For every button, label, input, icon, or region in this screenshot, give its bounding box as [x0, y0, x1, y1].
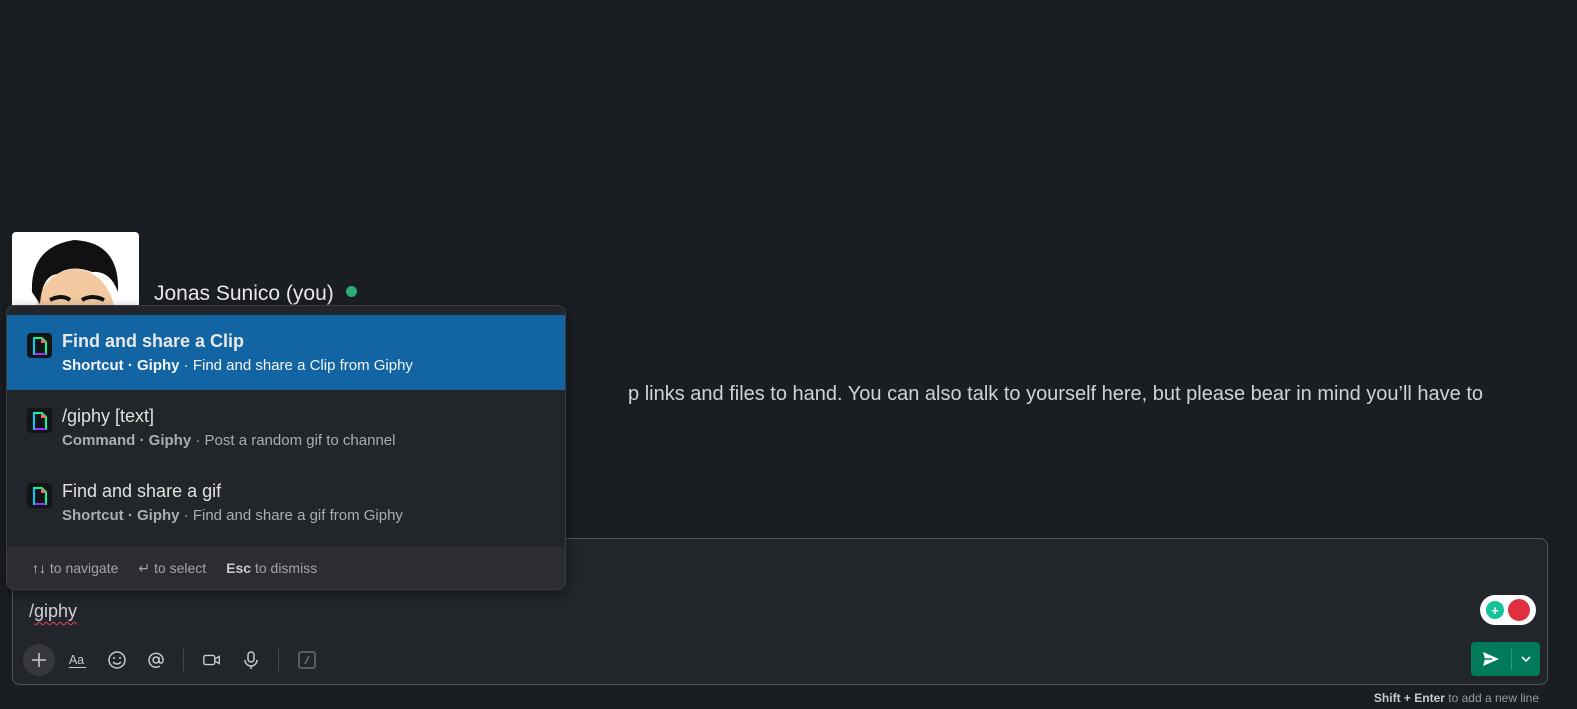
navigate-label: to navigate [49, 560, 119, 576]
app-root: Jonas Sunico (you) p links and files to … [0, 0, 1577, 709]
composer-hint: Shift + Enter to add a new line [1374, 691, 1539, 705]
send-button[interactable] [1471, 642, 1511, 676]
profile-name-text[interactable]: Jonas Sunico (you) [154, 282, 334, 306]
emoji-button[interactable] [101, 644, 133, 676]
svg-text:Aa: Aa [69, 653, 84, 667]
grammarly-widget[interactable]: + [1480, 595, 1536, 625]
suggestion-title: /giphy [text] [62, 406, 155, 426]
shortcuts-button[interactable] [291, 644, 323, 676]
hint-key: Shift + Enter [1373, 691, 1445, 705]
emoji-icon [108, 651, 126, 669]
audio-clip-button[interactable] [235, 644, 267, 676]
plus-icon [32, 653, 46, 667]
grammarly-status-icon[interactable] [1508, 599, 1530, 621]
slash-icon [298, 651, 316, 669]
composer-toolbar: Aa [23, 643, 330, 677]
formatting-button[interactable]: Aa [62, 644, 94, 676]
select-hint: ↵ to select [138, 560, 206, 577]
suggestion-desc: · Find and share a gif from Giphy [183, 507, 403, 524]
profile-name[interactable]: Jonas Sunico (you) [154, 282, 357, 306]
popup-footer: ↑↓ to navigate ↵ to select Esc to dismis… [7, 547, 565, 589]
giphy-icon [27, 408, 52, 433]
dismiss-label: to dismiss [254, 560, 318, 576]
suggestion-type: Shortcut · Giphy [62, 357, 180, 374]
toolbar-divider [183, 649, 184, 671]
suggestion-item[interactable]: Find and share a gif Shortcut · Giphy · … [7, 465, 565, 540]
dismiss-hint: Esc to dismiss [226, 560, 317, 576]
suggestion-subtitle: Shortcut · Giphy · Find and share a Clip… [62, 357, 565, 374]
suggestion-desc: · Post a random gif to channel [195, 432, 396, 449]
microphone-icon [244, 651, 258, 669]
online-status-icon [345, 285, 357, 297]
at-icon [148, 652, 164, 668]
enter-key-icon: ↵ [138, 559, 151, 576]
hint-label: to add a new line [1448, 691, 1539, 705]
suggestion-subtitle: Command · Giphy · Post a random gif to c… [62, 432, 565, 449]
input-word: giphy [34, 601, 78, 621]
send-button-group [1471, 642, 1540, 676]
video-clip-button[interactable] [196, 644, 228, 676]
select-label: to select [154, 559, 207, 576]
video-icon [203, 654, 220, 666]
suggestion-item[interactable]: /giphy [text] Command · Giphy · Post a r… [7, 390, 565, 465]
shortcut-autocomplete-popup: Find and share a Clip Shortcut · Giphy ·… [6, 305, 566, 590]
send-options-button[interactable] [1512, 642, 1540, 676]
text-format-icon: Aa [68, 653, 87, 668]
suggestion-desc: · Find and share a Clip from Giphy [183, 357, 413, 374]
chevron-down-icon [1521, 656, 1531, 663]
arrow-keys-icon: ↑↓ [32, 560, 46, 576]
send-icon [1483, 652, 1499, 666]
esc-key: Esc [226, 560, 252, 576]
suggestion-title: Find and share a gif [62, 481, 222, 501]
navigate-hint: ↑↓ to navigate [32, 560, 118, 576]
suggestion-type: Command · Giphy [62, 432, 192, 449]
suggestion-type: Shortcut · Giphy [62, 507, 180, 524]
suggestion-title: Find and share a Clip [62, 331, 245, 351]
mention-button[interactable] [140, 644, 172, 676]
suggestion-list: Find and share a Clip Shortcut · Giphy ·… [7, 306, 565, 540]
giphy-icon [27, 483, 52, 508]
toolbar-divider [278, 649, 279, 671]
giphy-icon [27, 333, 52, 358]
message-input[interactable]: /giphy [29, 601, 77, 622]
grammarly-icon[interactable]: + [1486, 601, 1504, 619]
suggestion-subtitle: Shortcut · Giphy · Find and share a gif … [62, 507, 565, 524]
attach-button[interactable] [23, 644, 55, 676]
suggestion-item[interactable]: Find and share a Clip Shortcut · Giphy ·… [7, 315, 565, 390]
